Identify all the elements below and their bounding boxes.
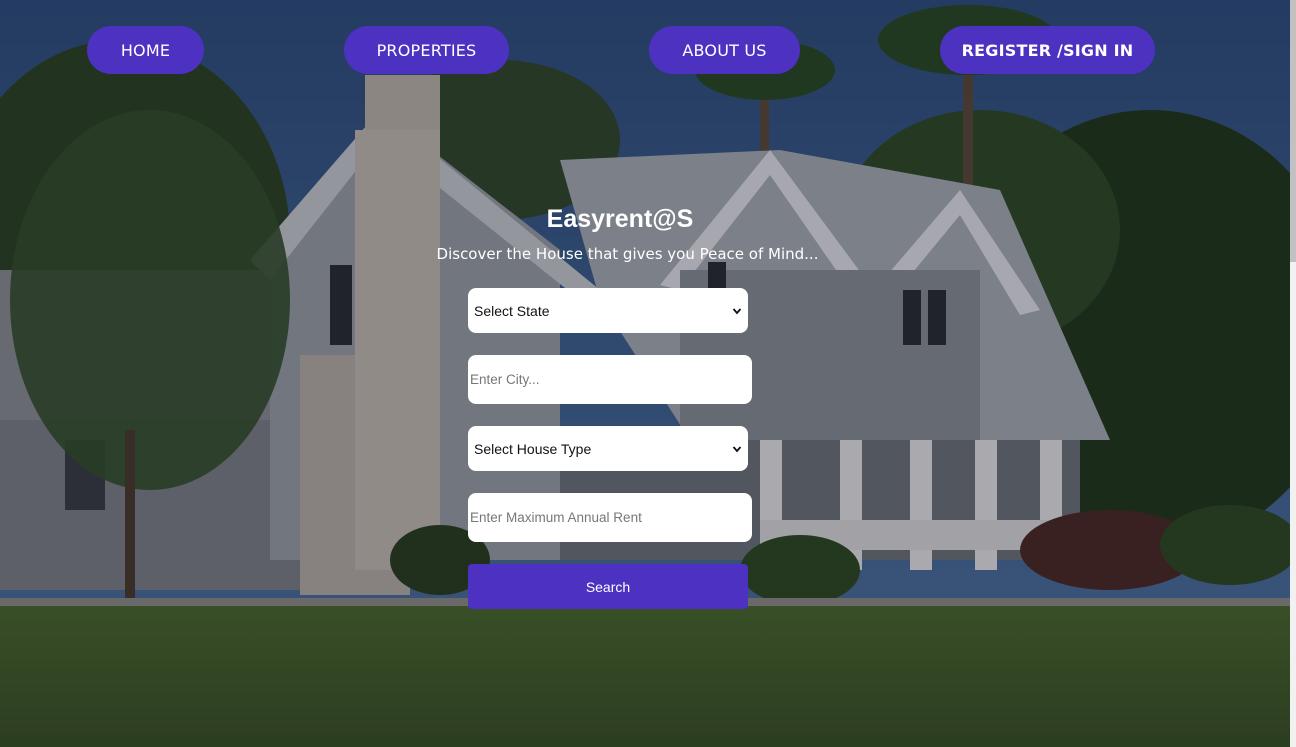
search-button[interactable]: Search	[468, 564, 748, 609]
nav-register-signin-button[interactable]: REGISTER /SIGN IN	[940, 26, 1155, 74]
house-type-select-value: Select House Type	[474, 440, 592, 457]
rent-input-placeholder: Enter Maximum Annual Rent	[470, 510, 642, 525]
landing-page: HOME PROPERTIES ABOUT US REGISTER /SIGN …	[0, 0, 1296, 747]
city-input-placeholder: Enter City...	[470, 372, 540, 387]
max-annual-rent-input[interactable]: Enter Maximum Annual Rent	[468, 493, 752, 542]
chevron-down-icon	[732, 445, 742, 452]
chevron-down-icon	[732, 307, 742, 314]
nav-home-button[interactable]: HOME	[87, 26, 204, 74]
brand-title: Easyrent@S	[546, 205, 694, 233]
scrollbar-thumb[interactable]	[1290, 0, 1296, 262]
house-type-select[interactable]: Select House Type	[468, 426, 748, 471]
hero-tagline: Discover the House that gives you Peace …	[436, 245, 819, 263]
city-input[interactable]: Enter City...	[468, 355, 752, 404]
nav-about-button[interactable]: ABOUT US	[649, 26, 800, 74]
page-scrollbar[interactable]	[1290, 0, 1296, 747]
state-select-value: Select State	[474, 302, 550, 319]
state-select[interactable]: Select State	[468, 288, 748, 333]
nav-properties-button[interactable]: PROPERTIES	[344, 26, 509, 74]
